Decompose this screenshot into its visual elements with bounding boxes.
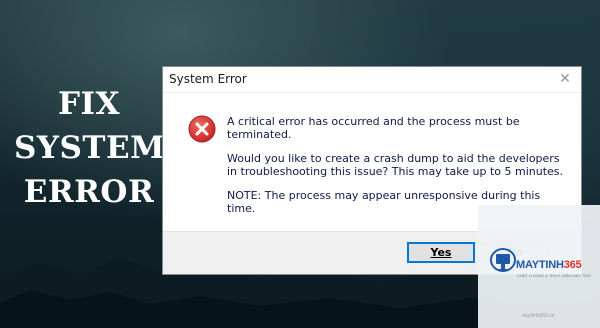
yes-button-label: Yes <box>430 246 452 259</box>
fix-system-error-heading: FIX SYSTEM ERROR <box>14 82 164 214</box>
brand-text-365: 365 <box>563 259 582 271</box>
maytinh365-watermark: MAYTINH365 CHẤT LƯỢNG & THỰC HIỆN MÁY TÍ… <box>478 205 600 328</box>
message-critical-error: A critical error has occurred and the pr… <box>227 115 520 141</box>
yes-button[interactable]: Yes <box>407 242 475 263</box>
watermark-url: maytinh365.vn <box>522 313 555 319</box>
heading-line-1: FIX <box>57 86 121 122</box>
close-icon[interactable]: ✕ <box>557 70 573 88</box>
watermark-brand: MAYTINH365 <box>516 259 582 271</box>
monitor-logo-icon <box>490 248 516 272</box>
error-icon <box>188 115 216 143</box>
message-crash-dump-question: Would you like to create a crash dump to… <box>227 152 564 178</box>
watermark-tagline: CHẤT LƯỢNG & THỰC HIỆN MÁY TÍNH <box>517 273 592 278</box>
dialog-title: System Error <box>169 72 247 86</box>
brand-text-maytinh: MAYTINH <box>516 259 564 271</box>
dialog-titlebar[interactable]: System Error ✕ <box>163 67 581 93</box>
heading-line-2: SYSTEM <box>14 130 165 166</box>
heading-line-3: ERROR <box>23 174 155 210</box>
